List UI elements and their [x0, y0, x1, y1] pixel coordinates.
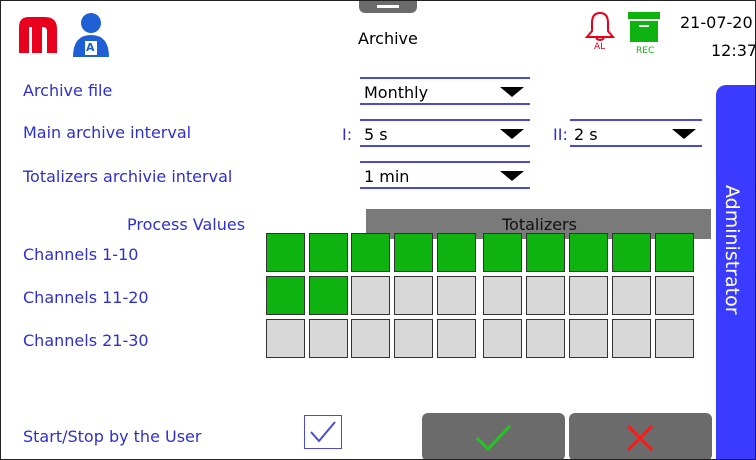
channel-toggle[interactable]	[612, 276, 651, 315]
channel-toggle[interactable]	[266, 319, 305, 358]
administrator-tab[interactable]: Administrator	[716, 85, 755, 459]
tab-totalizers-label: Totalizers	[502, 215, 577, 234]
tab-process-values-label: Process Values	[127, 215, 246, 234]
chevron-down-icon	[500, 171, 524, 181]
channel-toggle[interactable]	[483, 276, 522, 315]
totalizers-interval-dropdown[interactable]: 1 min	[360, 161, 530, 189]
channel-row-label: Channels 1-10	[23, 245, 139, 264]
start-stop-label: Start/Stop by the User	[23, 427, 202, 446]
channel-toggle[interactable]	[394, 233, 433, 272]
archive-file-dropdown[interactable]: Monthly	[360, 77, 530, 105]
start-stop-checkbox[interactable]	[304, 415, 342, 449]
logo	[15, 13, 63, 55]
channel-toggle[interactable]	[612, 233, 651, 272]
channel-toggle[interactable]	[394, 276, 433, 315]
channel-toggle[interactable]	[309, 276, 348, 315]
channel-toggle[interactable]	[612, 319, 651, 358]
page-title: Archive	[358, 29, 418, 48]
channel-toggle[interactable]	[655, 276, 694, 315]
main-interval-label: Main archive interval	[23, 123, 192, 142]
channel-toggle[interactable]	[483, 319, 522, 358]
rec-label: REC	[636, 46, 655, 56]
interval-ii-label: II:	[553, 125, 568, 144]
drag-handle[interactable]	[359, 1, 417, 13]
totalizers-interval-label: Totalizers archivie interval	[23, 167, 233, 186]
alarm-label: AL	[594, 42, 606, 52]
confirm-button[interactable]	[422, 413, 565, 459]
cancel-button[interactable]	[569, 413, 712, 459]
channel-toggle[interactable]	[569, 233, 608, 272]
channel-toggle[interactable]	[526, 233, 565, 272]
channel-row-label: Channels 11-20	[23, 288, 149, 307]
channel-toggle[interactable]	[569, 319, 608, 358]
archive-file-label: Archive file	[23, 81, 113, 100]
channel-toggle[interactable]	[437, 276, 476, 315]
chevron-down-icon	[500, 129, 524, 139]
interval-i-dropdown[interactable]: 5 s	[360, 119, 530, 147]
user-icon[interactable]: A	[71, 11, 111, 59]
totalizers-interval-value: 1 min	[364, 167, 410, 186]
date-display: 21-07-20	[680, 13, 753, 32]
channel-toggle[interactable]	[569, 276, 608, 315]
channel-toggle[interactable]	[483, 233, 522, 272]
interval-i-value: 5 s	[364, 125, 388, 144]
channel-toggle[interactable]	[351, 276, 390, 315]
archive-screen: A Archive AL REC 21-07-20 12:37 Administ…	[0, 0, 756, 460]
channel-toggle[interactable]	[526, 276, 565, 315]
chevron-down-icon	[500, 87, 524, 97]
channel-toggle[interactable]	[351, 233, 390, 272]
channel-toggle[interactable]	[437, 319, 476, 358]
channel-toggle[interactable]	[309, 319, 348, 358]
close-icon	[626, 424, 654, 452]
interval-i-label: I:	[342, 125, 353, 144]
channel-toggle[interactable]	[437, 233, 476, 272]
checkmark-icon	[310, 421, 336, 443]
administrator-label: Administrator	[721, 185, 743, 315]
interval-ii-dropdown[interactable]: 2 s	[570, 119, 702, 147]
check-icon	[475, 424, 512, 452]
channel-row-label: Channels 21-30	[23, 331, 149, 350]
channel-toggle[interactable]	[394, 319, 433, 358]
channel-toggle[interactable]	[655, 233, 694, 272]
alarm-bell-icon[interactable]: AL	[583, 11, 617, 57]
time-display: 12:37	[711, 41, 756, 60]
channel-toggle[interactable]	[309, 233, 348, 272]
chevron-down-icon	[672, 129, 696, 139]
channel-toggle[interactable]	[351, 319, 390, 358]
archive-box-icon[interactable]: REC	[627, 11, 661, 57]
channel-toggle[interactable]	[655, 319, 694, 358]
channel-toggle[interactable]	[526, 319, 565, 358]
channel-toggle[interactable]	[266, 233, 305, 272]
user-initial: A	[86, 41, 95, 54]
channel-toggle[interactable]	[266, 276, 305, 315]
archive-file-value: Monthly	[364, 83, 429, 102]
interval-ii-value: 2 s	[574, 125, 598, 144]
